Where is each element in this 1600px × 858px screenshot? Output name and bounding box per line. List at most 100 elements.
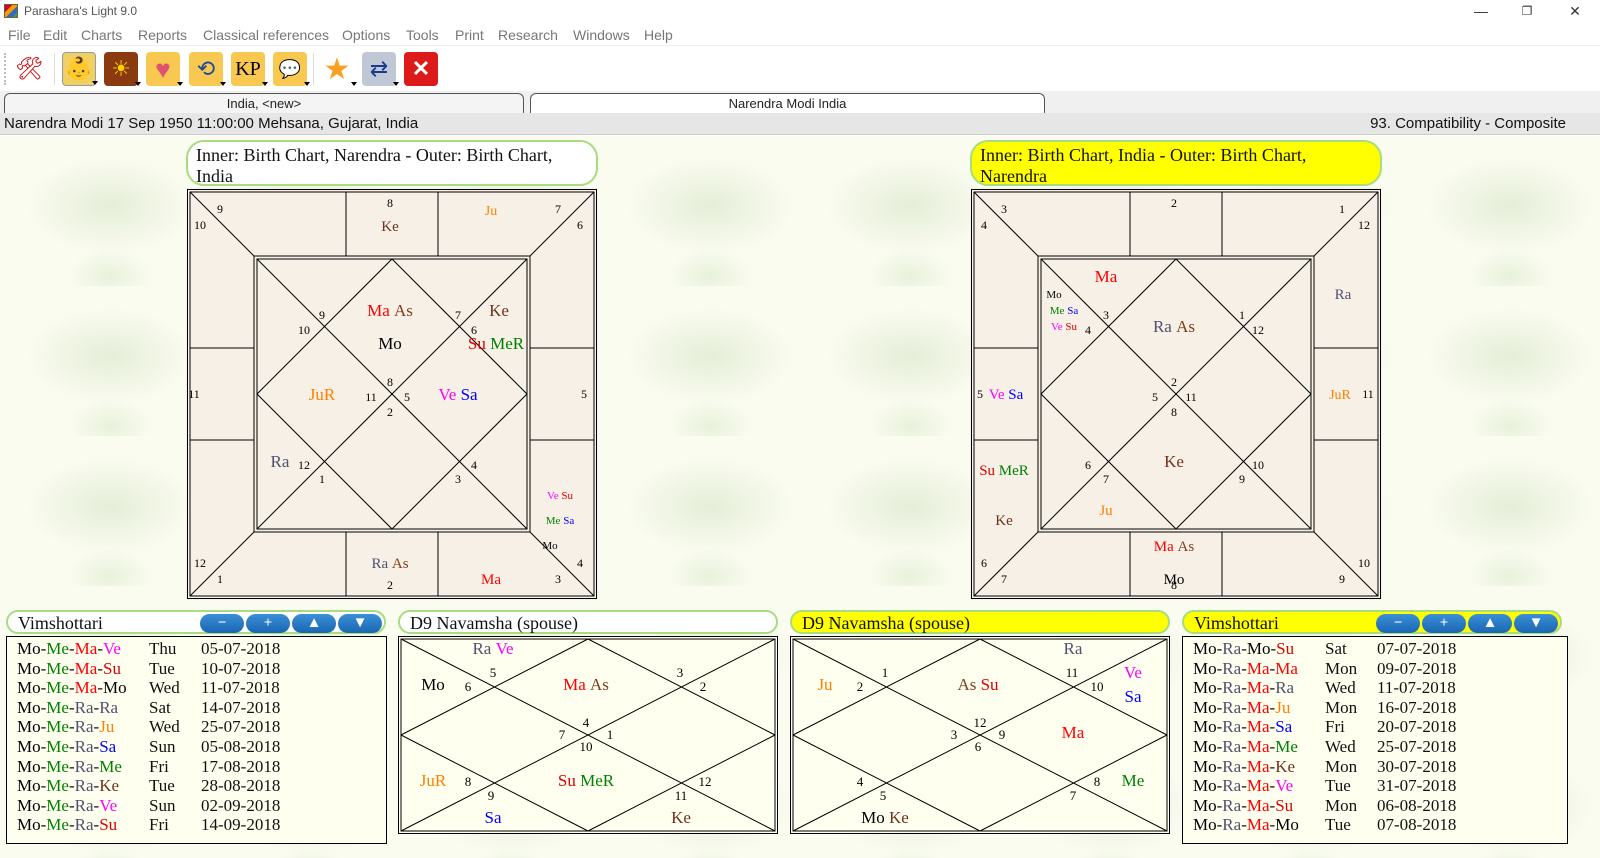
planet-mo[interactable]: Mo [542, 540, 558, 552]
planet-ma[interactable]: Ma [367, 301, 390, 320]
dasha-row[interactable]: Mo-Me-Ra-Su Fri 14-09-2018 [17, 815, 280, 834]
planet-mer[interactable]: MeR [995, 463, 1029, 479]
planet-su[interactable]: Su [559, 490, 574, 502]
menu-help[interactable]: Help [644, 27, 673, 43]
planet-ve[interactable]: Ve [491, 639, 513, 658]
planet-ke[interactable]: Ke [885, 808, 909, 827]
dasha-plus-button[interactable]: + [246, 614, 290, 633]
dasha-row[interactable]: Mo-Ra-Ma-Ra Wed 11-07-2018 [1193, 678, 1456, 697]
planet-group[interactable]: Mo [378, 334, 402, 353]
tools-icon[interactable]: 🛠 [12, 52, 46, 86]
left-d9-chart[interactable]: 5 6 3 2 4 7 1 10 8 9 12 11 Ra Ve Mo Ma As JuR Su MeR Sa Ke [398, 636, 778, 834]
planet-group[interactable]: Ve Sa [989, 387, 1024, 403]
planet-ra[interactable]: Ra [472, 639, 491, 658]
planet-group[interactable]: Me Sa [1050, 305, 1079, 317]
dasha-row[interactable]: Mo-Me-Ra-Me Fri 17-08-2018 [17, 757, 280, 776]
menu-reports[interactable]: Reports [138, 27, 187, 43]
dasha-row[interactable]: Mo-Me-Ra-Ke Tue 28-08-2018 [17, 776, 280, 795]
planet-su[interactable]: Su [468, 334, 486, 353]
planet-group[interactable]: Ra As [1153, 317, 1195, 336]
menu-edit[interactable]: Edit [43, 27, 67, 43]
planet-group[interactable]: JuR [309, 385, 336, 404]
dasha-row[interactable]: Mo-Ra-Ma-Ve Tue 31-07-2018 [1193, 776, 1456, 795]
planet-sa[interactable]: Sa [485, 808, 502, 827]
planet-mo[interactable]: Mo [1046, 289, 1062, 301]
planet-ma[interactable]: Ma [1154, 539, 1174, 555]
planet-group[interactable]: Me [1122, 771, 1145, 790]
planet-ve[interactable]: Ve [989, 387, 1005, 403]
planet-mo[interactable]: Mo [421, 675, 445, 694]
planet-group[interactable]: JuR [420, 771, 447, 790]
dasha-row[interactable]: Mo-Ra-Ma-Ke Mon 30-07-2018 [1193, 757, 1456, 776]
right-composite-chart[interactable]: 3411225 11867109342 1125 1167 8109MaMoMe SaV… [970, 188, 1382, 600]
minimize-button[interactable]: — [1458, 0, 1504, 22]
menu-windows[interactable]: Windows [573, 27, 630, 43]
menu-options[interactable]: Options [342, 27, 390, 43]
planet-group[interactable]: Ma As [367, 301, 413, 320]
planet-ve[interactable]: Ve [438, 385, 456, 404]
menu-charts[interactable]: Charts [81, 27, 122, 43]
menu-print[interactable]: Print [455, 27, 484, 43]
planet-group[interactable]: Ma As [1154, 539, 1195, 555]
planet-group[interactable]: Ju [817, 675, 833, 694]
planet-su[interactable]: Su [1063, 321, 1078, 333]
planet-su[interactable]: Su [558, 771, 576, 790]
planet-group[interactable]: Me Sa [546, 515, 575, 527]
planet-ju[interactable]: Ju [485, 204, 497, 219]
sun-chart-icon[interactable]: ☀ [104, 52, 141, 86]
dasha-row[interactable]: Mo-Me-Ma-Ve Thu 05-07-2018 [17, 639, 280, 658]
planet-group[interactable]: Su MeR [468, 334, 525, 353]
planet-group[interactable]: Mo Ke [861, 808, 909, 827]
planet-group[interactable]: Mo [542, 540, 558, 552]
planet-group[interactable]: Ma [1062, 723, 1085, 742]
planet-sa[interactable]: Sa [1064, 305, 1078, 317]
planet-group[interactable]: Ra [1064, 639, 1083, 658]
right-dasha-list[interactable]: Mo-Ra-Mo-Su Sat 07-07-2018 Mo-Ra-Ma-Ma Mon 09… [1182, 636, 1568, 844]
planet-su[interactable]: Su [976, 675, 999, 694]
hearts-compatibility-icon[interactable]: ♥ [146, 52, 183, 86]
planet-group[interactable]: Ve [1124, 663, 1142, 682]
planet-mer[interactable]: MeR [576, 771, 615, 790]
planet-group[interactable]: Ke [1164, 452, 1184, 471]
dasha-row[interactable]: Mo-Me-Ra-Ra Sat 14-07-2018 [17, 698, 280, 717]
planet-ra[interactable]: Ra [271, 452, 290, 471]
dasha-row[interactable]: Mo-Ra-Mo-Su Sat 07-07-2018 [1193, 639, 1456, 658]
planet-ve[interactable]: Ve [1124, 663, 1142, 682]
dasha-row[interactable]: Mo-Ra-Ma-Su Mon 06-08-2018 [1193, 796, 1456, 815]
dasha-row[interactable]: Mo-Me-Ma-Mo Wed 11-07-2018 [17, 678, 280, 697]
maximize-button[interactable]: ❐ [1504, 0, 1550, 22]
planet-group[interactable]: Su MeR [558, 771, 615, 790]
planet-group[interactable]: Ke [381, 219, 399, 235]
planet-ve[interactable]: Ve [1051, 321, 1063, 333]
planet-ke[interactable]: Ke [1164, 452, 1184, 471]
planet-group[interactable]: Ma As [563, 675, 609, 694]
planet-su[interactable]: Su [979, 463, 995, 479]
planet-group[interactable]: Ke [671, 808, 691, 827]
planet-group[interactable]: Ra [271, 452, 290, 471]
planet-ke[interactable]: Ke [995, 513, 1013, 529]
planet-ra[interactable]: Ra [1153, 317, 1172, 336]
planet-group[interactable]: Su MeR [979, 463, 1029, 479]
toolbar-grip[interactable] [4, 53, 6, 85]
planet-group[interactable]: JuR [1329, 388, 1351, 403]
planet-group[interactable]: Ju [485, 204, 497, 219]
planet-ke[interactable]: Ke [489, 301, 509, 320]
planet-ra[interactable]: Ra [1064, 639, 1083, 658]
planet-as[interactable]: As [586, 675, 609, 694]
planet-group[interactable]: As Su [957, 675, 999, 694]
planet-jur[interactable]: JuR [420, 771, 447, 790]
planet-sa[interactable]: Sa [1125, 687, 1142, 706]
planet-group[interactable]: Ve Su [1051, 321, 1077, 333]
dasha-down-button[interactable]: ▼ [1514, 614, 1558, 633]
planet-group[interactable]: Mo [421, 675, 445, 694]
planet-group[interactable]: Ju [1099, 503, 1113, 519]
dasha-row[interactable]: Mo-Me-Ra-Ve Sun 02-09-2018 [17, 796, 280, 815]
planet-as[interactable]: As [957, 675, 976, 694]
planet-as[interactable]: As [1172, 317, 1195, 336]
planet-group[interactable]: Ra As [371, 556, 408, 572]
planet-ve[interactable]: Ve [547, 490, 559, 502]
planet-group[interactable]: Mo [1164, 572, 1185, 588]
dasha-minus-button[interactable]: − [200, 614, 244, 633]
planet-sa[interactable]: Sa [1005, 387, 1024, 403]
planet-ma[interactable]: Ma [563, 675, 586, 694]
